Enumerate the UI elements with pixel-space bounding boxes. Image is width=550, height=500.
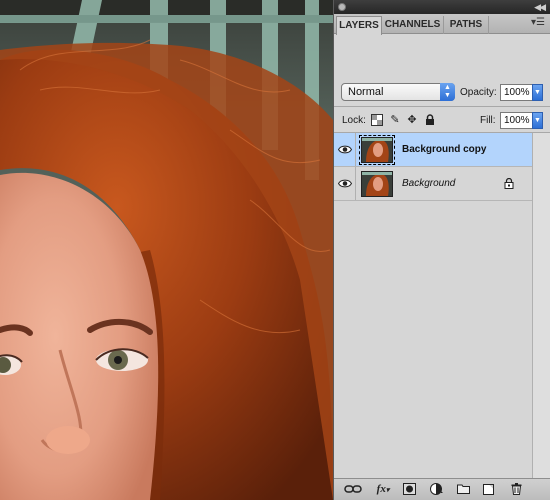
opacity-label: Opacity: xyxy=(460,87,497,98)
fx-label: fx xyxy=(376,483,386,495)
lock-transparent-pixels-icon[interactable] xyxy=(371,114,383,126)
lock-label: Lock: xyxy=(342,115,366,126)
adjustment-layer-icon[interactable] xyxy=(429,483,445,496)
divider xyxy=(334,106,550,107)
layer-style-fx-icon[interactable]: fx▾ xyxy=(374,483,392,496)
fill-input[interactable]: 100% xyxy=(500,112,533,129)
lock-position-icon[interactable]: ✥ xyxy=(406,114,418,126)
layers-scrollbar[interactable] xyxy=(532,133,550,478)
new-layer-icon[interactable] xyxy=(482,483,496,496)
layer-thumbnail xyxy=(361,171,393,197)
layers-panel: ◀◀ LAYERS CHANNELS PATHS ▾☰ Normal ▲ ▼ Op… xyxy=(333,0,550,500)
layer-row-background-copy[interactable]: Background copy xyxy=(334,133,532,167)
tab-paths[interactable]: PATHS xyxy=(444,16,489,34)
panel-close-icon[interactable] xyxy=(338,3,346,11)
eye-icon xyxy=(338,179,352,188)
opacity-input[interactable]: 100% xyxy=(500,84,533,101)
blend-mode-value: Normal xyxy=(348,86,384,98)
lock-image-pixels-icon[interactable]: ✎ xyxy=(389,114,401,126)
blend-mode-arrows-icon: ▲ ▼ xyxy=(440,83,455,101)
panel-tabs: LAYERS CHANNELS PATHS ▾☰ xyxy=(334,14,550,35)
layer-visibility-toggle[interactable] xyxy=(334,133,356,166)
document-canvas[interactable] xyxy=(0,0,333,500)
lock-all-icon[interactable] xyxy=(424,114,436,126)
blend-mode-select[interactable]: Normal ▲ ▼ xyxy=(341,83,455,101)
layer-name[interactable]: Background xyxy=(402,178,455,189)
eye-icon xyxy=(338,145,352,154)
panel-titlebar[interactable]: ◀◀ xyxy=(334,0,550,14)
panel-collapse-icon[interactable]: ◀◀ xyxy=(534,2,546,13)
link-layers-icon[interactable] xyxy=(344,483,362,496)
add-mask-icon[interactable] xyxy=(402,483,416,496)
panel-menu-icon[interactable]: ▾☰ xyxy=(531,17,545,28)
trash-icon[interactable] xyxy=(509,483,523,496)
layers-bottom-toolbar: fx▾ xyxy=(334,478,550,500)
opacity-dropdown-icon[interactable]: ▼ xyxy=(532,84,543,101)
new-group-icon[interactable] xyxy=(456,483,470,496)
fill-dropdown-icon[interactable]: ▼ xyxy=(532,112,543,129)
photo-image xyxy=(0,0,333,500)
layer-thumbnail xyxy=(359,135,395,165)
layer-row-background[interactable]: Background xyxy=(334,167,532,201)
layer-name[interactable]: Background copy xyxy=(402,144,486,155)
tab-layers[interactable]: LAYERS xyxy=(336,16,382,35)
layers-list: Background copy Background xyxy=(334,133,532,478)
fill-label: Fill: xyxy=(480,115,496,126)
layer-visibility-toggle[interactable] xyxy=(334,167,356,200)
tab-channels[interactable]: CHANNELS xyxy=(382,16,444,34)
layer-lock-icon xyxy=(504,178,514,189)
